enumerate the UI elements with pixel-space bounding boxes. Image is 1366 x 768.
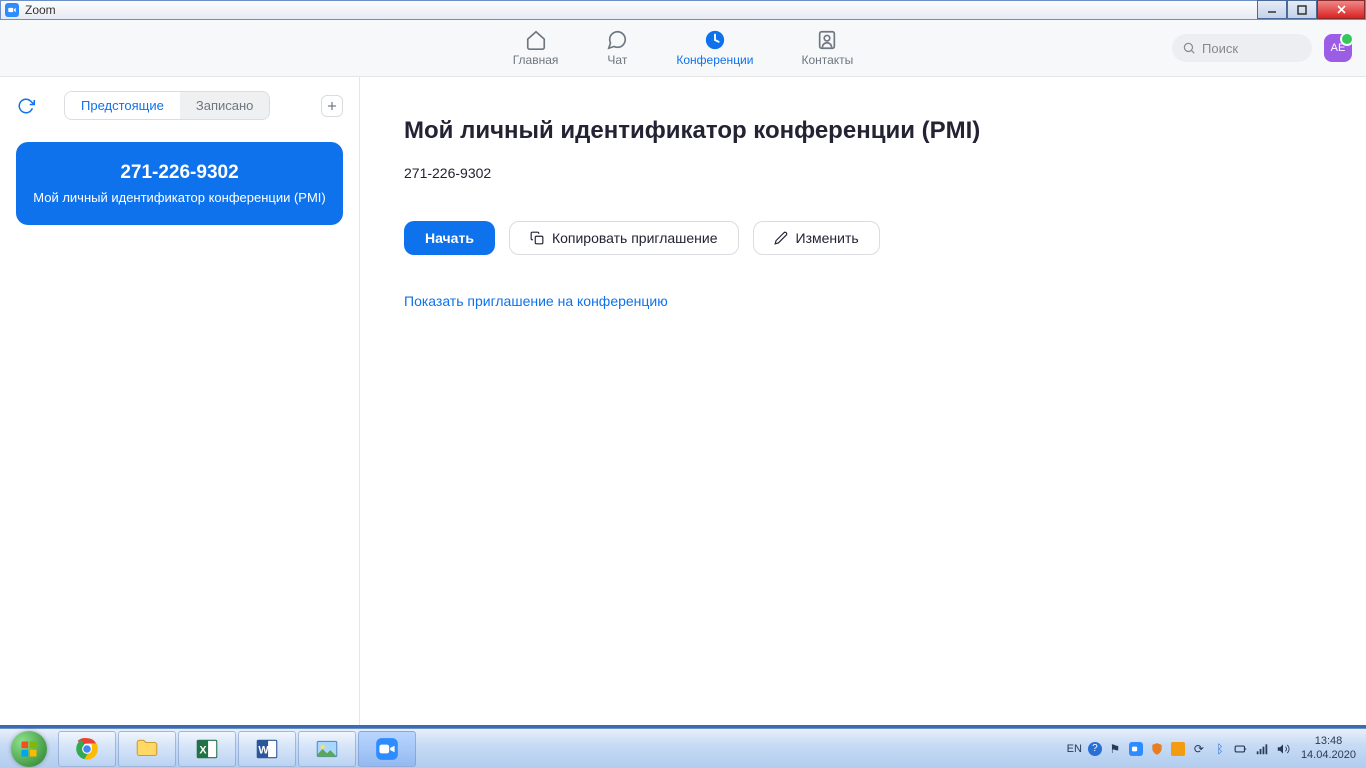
nav-contacts-label: Контакты (801, 53, 853, 67)
search-icon (1182, 41, 1196, 55)
pmi-card[interactable]: 271-226-9302 Мой личный идентификатор ко… (16, 142, 343, 225)
windows-orb-icon (11, 731, 47, 767)
zoom-taskbar-icon (374, 736, 400, 762)
folder-icon (134, 736, 160, 762)
search-placeholder: Поиск (1202, 41, 1238, 56)
chrome-icon (74, 736, 100, 762)
taskbar-word[interactable]: W (238, 731, 296, 767)
sidebar-tabs: Предстоящие Записано (64, 91, 270, 120)
zoom-app-icon (5, 3, 19, 17)
taskbar-photos[interactable] (298, 731, 356, 767)
search-input[interactable]: Поиск (1172, 34, 1312, 62)
taskbar-explorer[interactable] (118, 731, 176, 767)
language-indicator[interactable]: EN (1067, 743, 1082, 755)
minimize-button[interactable] (1257, 0, 1287, 19)
tray-zoom-icon[interactable] (1128, 741, 1144, 757)
header-right: Поиск AE (1172, 34, 1352, 62)
copy-icon (530, 231, 544, 245)
copy-button-label: Копировать приглашение (552, 230, 718, 246)
taskbar-apps: X W (58, 731, 416, 767)
nav-chat[interactable]: Чат (606, 29, 628, 67)
tab-upcoming[interactable]: Предстоящие (65, 92, 180, 119)
tray-icons: ? ⚑ ⟳ ᛒ (1088, 741, 1291, 757)
contacts-icon (816, 29, 838, 51)
battery-icon[interactable] (1233, 741, 1249, 757)
tray-shield-icon[interactable] (1149, 741, 1165, 757)
picture-icon (314, 736, 340, 762)
window-controls (1257, 0, 1365, 19)
clock-icon (704, 29, 726, 51)
copy-invitation-button[interactable]: Копировать приглашение (509, 221, 739, 255)
refresh-icon (17, 97, 35, 115)
show-invitation-link[interactable]: Показать приглашение на конференцию (404, 293, 668, 309)
tray-date: 14.04.2020 (1301, 749, 1356, 762)
help-icon[interactable]: ? (1088, 742, 1102, 756)
start-button[interactable]: Начать (404, 221, 495, 255)
windows-taskbar: X W EN ? ⚑ ⟳ ᛒ 13:48 14.04.2020 (0, 728, 1366, 768)
action-buttons: Начать Копировать приглашение Изменить (404, 221, 1322, 255)
taskbar-chrome[interactable] (58, 731, 116, 767)
system-tray: EN ? ⚑ ⟳ ᛒ 13:48 14.04.2020 (1067, 735, 1364, 761)
svg-text:X: X (199, 744, 207, 756)
pmi-card-id: 271-226-9302 (28, 162, 331, 184)
window-titlebar: Zoom (0, 0, 1366, 20)
start-button[interactable] (2, 730, 56, 768)
user-avatar[interactable]: AE (1324, 34, 1352, 62)
pencil-icon (774, 231, 788, 245)
clock[interactable]: 13:48 14.04.2020 (1297, 735, 1356, 761)
edit-button-label: Изменить (796, 230, 859, 246)
pmi-card-subtitle: Мой личный идентификатор конференции (PM… (28, 190, 331, 205)
chat-icon (606, 29, 628, 51)
main-nav: Главная Чат Конференции Контакты (513, 29, 854, 67)
tray-time: 13:48 (1301, 735, 1356, 748)
main-area: Предстоящие Записано 271-226-9302 Мой ли… (0, 77, 1366, 725)
word-icon: W (254, 736, 280, 762)
taskbar-excel[interactable]: X (178, 731, 236, 767)
network-icon[interactable] (1254, 741, 1270, 757)
content-pane: Мой личный идентификатор конференции (PM… (360, 77, 1366, 725)
pmi-number: 271-226-9302 (404, 165, 1322, 181)
tray-java-icon[interactable] (1170, 741, 1186, 757)
taskbar-zoom[interactable] (358, 731, 416, 767)
plus-icon (325, 99, 339, 113)
add-meeting-button[interactable] (321, 95, 343, 117)
tab-recorded[interactable]: Записано (180, 92, 270, 119)
bluetooth-icon[interactable]: ᛒ (1212, 741, 1228, 757)
flag-icon[interactable]: ⚑ (1107, 741, 1123, 757)
excel-icon: X (194, 736, 220, 762)
app-header: Главная Чат Конференции Контакты Поиск A… (0, 20, 1366, 77)
sidebar: Предстоящие Записано 271-226-9302 Мой ли… (0, 77, 360, 725)
nav-home[interactable]: Главная (513, 29, 559, 67)
nav-meetings-label: Конференции (676, 53, 753, 67)
nav-home-label: Главная (513, 53, 559, 67)
volume-icon[interactable] (1275, 741, 1291, 757)
nav-contacts[interactable]: Контакты (801, 29, 853, 67)
sidebar-toolbar: Предстоящие Записано (16, 91, 343, 120)
maximize-button[interactable] (1287, 0, 1317, 19)
home-icon (525, 29, 547, 51)
window-title: Zoom (25, 3, 56, 17)
close-button[interactable] (1317, 0, 1365, 19)
svg-text:W: W (258, 744, 269, 756)
page-title: Мой личный идентификатор конференции (PM… (404, 117, 1322, 145)
nav-chat-label: Чат (607, 53, 627, 67)
refresh-button[interactable] (16, 96, 36, 116)
tray-sync-icon[interactable]: ⟳ (1191, 741, 1207, 757)
edit-button[interactable]: Изменить (753, 221, 880, 255)
nav-meetings[interactable]: Конференции (676, 29, 753, 67)
avatar-initials: AE (1331, 42, 1346, 54)
